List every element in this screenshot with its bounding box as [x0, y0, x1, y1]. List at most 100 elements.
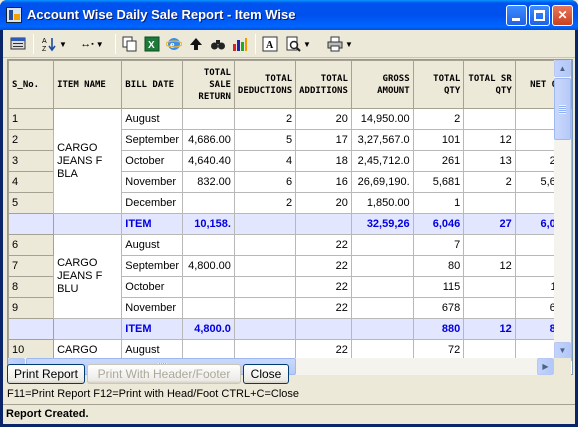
bill-date-cell[interactable]: September: [121, 255, 184, 277]
sr-qty-cell[interactable]: [463, 192, 516, 214]
additions-cell[interactable]: 16: [295, 171, 352, 193]
app-icon[interactable]: [6, 7, 22, 23]
sale-return-cell[interactable]: 4,800.0: [182, 318, 235, 340]
internet-explorer-icon[interactable]: e: [165, 35, 183, 53]
sr-qty-cell[interactable]: 12: [463, 318, 516, 340]
sale-return-cell[interactable]: 4,800.00: [182, 255, 235, 277]
gross-amount-cell[interactable]: 32,59,26: [350, 213, 414, 235]
item-name-cell[interactable]: CARGO JEANS F BLU: [53, 234, 123, 319]
row-number[interactable]: [8, 318, 55, 340]
gross-amount-cell[interactable]: [350, 255, 414, 277]
sr-qty-cell[interactable]: [463, 234, 516, 256]
total-qty-cell[interactable]: 261: [412, 150, 465, 172]
close-window-button[interactable]: ✕: [552, 5, 573, 26]
total-qty-cell[interactable]: 678: [412, 297, 465, 319]
gross-amount-cell[interactable]: 3,27,567.0: [350, 129, 414, 151]
item-name-cell[interactable]: [53, 318, 123, 340]
additions-cell[interactable]: 20: [295, 192, 352, 214]
sr-qty-cell[interactable]: 12: [463, 129, 516, 151]
bill-date-cell[interactable]: August: [121, 234, 184, 256]
deductions-cell[interactable]: [233, 234, 297, 256]
column-width-icon[interactable]: ↔ ▪ ▼: [75, 35, 109, 53]
deductions-cell[interactable]: 6: [233, 171, 297, 193]
bill-date-cell[interactable]: October: [121, 276, 184, 298]
sale-return-cell[interactable]: 832.00: [182, 171, 235, 193]
total-qty-cell[interactable]: 2: [412, 108, 465, 130]
total-qty-cell[interactable]: 1: [412, 192, 465, 214]
row-number[interactable]: 6: [8, 234, 55, 256]
sort-az-icon[interactable]: AZ ▼: [39, 35, 69, 53]
row-number[interactable]: 8: [8, 276, 55, 298]
total-qty-cell[interactable]: 101: [412, 129, 465, 151]
report-grid[interactable]: S_No. ITEM NAME BILL DATE TOTAL SALE RET…: [7, 59, 573, 375]
additions-cell[interactable]: [295, 318, 352, 340]
subtotal-row[interactable]: ITEM 10,158. 32,59,26 6,046 27 6,019: [8, 213, 572, 235]
deductions-cell[interactable]: 4: [233, 150, 297, 172]
gross-amount-cell[interactable]: 2,45,712.0: [350, 150, 414, 172]
table-row[interactable]: 6 CARGO JEANS F BLU August 22 7 7: [8, 234, 572, 319]
row-number[interactable]: 3: [8, 150, 55, 172]
subtotal-label[interactable]: ITEM: [121, 318, 184, 340]
subtotal-label[interactable]: ITEM: [121, 213, 184, 235]
sale-return-cell[interactable]: 4,686.00: [182, 129, 235, 151]
total-qty-cell[interactable]: 115: [412, 276, 465, 298]
column-header-total-sr-qty[interactable]: TOTAL SR QTY: [463, 60, 516, 109]
sale-return-cell[interactable]: [182, 192, 235, 214]
row-number[interactable]: 1: [8, 108, 55, 130]
deductions-cell[interactable]: 2: [233, 108, 297, 130]
additions-cell[interactable]: [295, 213, 352, 235]
sr-qty-cell[interactable]: 13: [463, 150, 516, 172]
deductions-cell[interactable]: [233, 255, 297, 277]
sr-qty-cell[interactable]: [463, 108, 516, 130]
table-row[interactable]: 1 CARGO JEANS F BLA August 2 20 14,950.0…: [8, 108, 572, 214]
column-header-total-sale-return[interactable]: TOTAL SALE RETURN: [182, 60, 235, 109]
gross-amount-cell[interactable]: [350, 297, 414, 319]
row-number[interactable]: 5: [8, 192, 55, 214]
row-number[interactable]: 4: [8, 171, 55, 193]
title-bar[interactable]: Account Wise Daily Sale Report - Item Wi…: [0, 0, 578, 30]
maximize-button[interactable]: [529, 5, 550, 26]
row-number[interactable]: 7: [8, 255, 55, 277]
sale-return-cell[interactable]: [182, 234, 235, 256]
print-preview-icon[interactable]: ▼: [283, 35, 313, 53]
copy-icon[interactable]: [121, 35, 139, 53]
print-icon[interactable]: ▼: [325, 35, 355, 53]
total-qty-cell[interactable]: 6,046: [412, 213, 465, 235]
deductions-cell[interactable]: [233, 318, 297, 340]
total-qty-cell[interactable]: 880: [412, 318, 465, 340]
additions-cell[interactable]: 22: [295, 234, 352, 256]
sale-return-cell[interactable]: 10,158.: [182, 213, 235, 235]
vertical-scrollbar[interactable]: ▲ ▼: [554, 60, 571, 359]
row-number[interactable]: [8, 213, 55, 235]
column-header-total-deductions[interactable]: TOTAL DEDUCTIONS: [233, 60, 297, 109]
vertical-scroll-thumb[interactable]: [554, 78, 571, 140]
row-number[interactable]: 9: [8, 297, 55, 319]
gross-amount-cell[interactable]: 26,69,190.: [350, 171, 414, 193]
bill-date-cell[interactable]: September: [121, 129, 184, 151]
sale-return-cell[interactable]: [182, 297, 235, 319]
bill-date-cell[interactable]: October: [121, 150, 184, 172]
minimize-button[interactable]: [506, 5, 527, 26]
column-header-sno[interactable]: S_No.: [8, 60, 55, 109]
bill-date-cell[interactable]: August: [121, 108, 184, 130]
close-button[interactable]: Close: [243, 364, 289, 384]
deductions-cell[interactable]: [233, 276, 297, 298]
column-header-total-qty[interactable]: TOTAL QTY: [412, 60, 465, 109]
bill-date-cell[interactable]: November: [121, 297, 184, 319]
gross-amount-cell[interactable]: 14,950.00: [350, 108, 414, 130]
total-qty-cell[interactable]: 5,681: [412, 171, 465, 193]
column-header-item-name[interactable]: ITEM NAME: [53, 60, 123, 109]
sale-return-cell[interactable]: [182, 108, 235, 130]
deductions-cell[interactable]: [233, 297, 297, 319]
column-header-gross-amount[interactable]: GROSS AMOUNT: [350, 60, 414, 109]
subtotal-row[interactable]: ITEM 4,800.0 880 12 868: [8, 318, 572, 340]
item-name-cell[interactable]: [53, 213, 123, 235]
bill-date-cell[interactable]: December: [121, 192, 184, 214]
scroll-up-button[interactable]: ▲: [554, 60, 571, 77]
deductions-cell[interactable]: [233, 213, 297, 235]
font-icon[interactable]: A: [261, 35, 279, 53]
up-arrow-icon[interactable]: [187, 35, 205, 53]
total-qty-cell[interactable]: 80: [412, 255, 465, 277]
column-header-bill-date[interactable]: BILL DATE: [121, 60, 184, 109]
bill-date-cell[interactable]: November: [121, 171, 184, 193]
